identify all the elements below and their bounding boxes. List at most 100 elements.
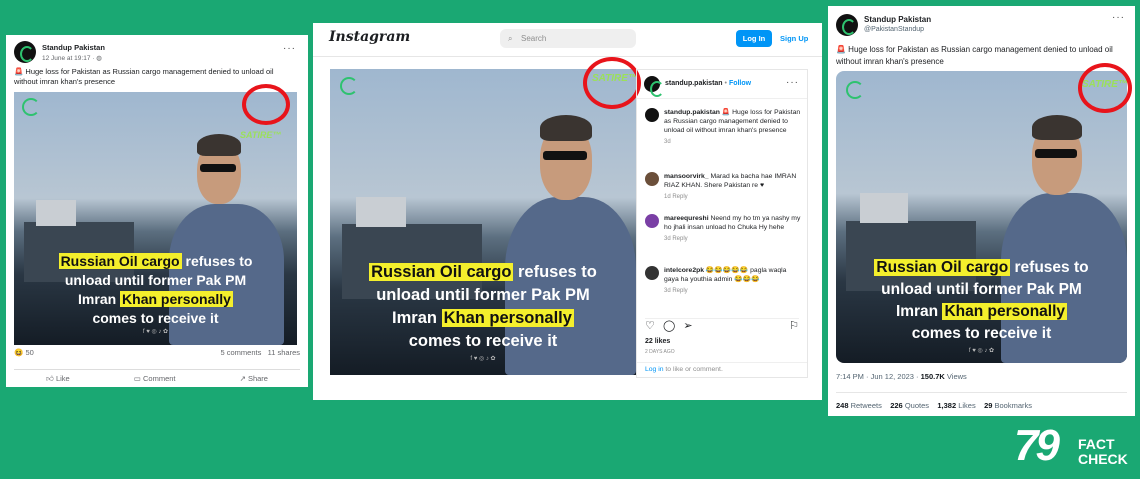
list-item: mareequreshi Neend my ho tm ya nashy my …: [645, 214, 801, 244]
comment-meta[interactable]: 3d Reply: [664, 287, 801, 296]
headline-line2: unload until former Pak PM: [376, 286, 590, 304]
tweet-text: 🚨 Huge loss for Pakistan as Russian carg…: [836, 45, 1113, 66]
factcheck-line2: CHECK: [1078, 451, 1128, 467]
tweet-card: Standup Pakistan @PakistanStandup ··· 🚨 …: [828, 6, 1135, 416]
follow-button[interactable]: Follow: [729, 80, 751, 87]
factcheck-number: 79: [1014, 421, 1060, 470]
image-headline: Russian Oil cargo refuses to unload unti…: [836, 257, 1127, 345]
avatar[interactable]: [836, 14, 858, 36]
avatar[interactable]: [645, 108, 659, 122]
more-options-icon[interactable]: ···: [1112, 12, 1125, 23]
heart-icon[interactable]: ♡: [645, 320, 655, 332]
search-placeholder: Search: [521, 34, 547, 43]
comment-username[interactable]: mareequreshi: [664, 215, 709, 222]
headline-line1: refuses to: [513, 263, 597, 281]
comment-share-count[interactable]: 5 comments 11 shares: [220, 348, 300, 357]
social-icons: f ♥ ◎ ♪ ✿: [470, 356, 496, 362]
handle[interactable]: @PakistanStandup: [864, 26, 924, 33]
reaction-count[interactable]: 50: [25, 348, 33, 357]
more-options-icon[interactable]: ···: [283, 43, 296, 54]
search-input[interactable]: ⌕ Search: [500, 29, 636, 48]
likes-count[interactable]: 22 likes: [645, 338, 670, 345]
engagement-stats: 248 Retweets 226 Quotes 1,382 Likes 29 B…: [836, 392, 1127, 410]
man-hair: [1032, 115, 1082, 140]
standup-logo-icon: [22, 98, 40, 116]
post-header: Standup Pakistan 12 June at 19:17 · ◍ ··…: [14, 41, 300, 67]
post-age: 2 DAYS AGO: [645, 349, 675, 355]
headline-line1: refuses to: [181, 253, 253, 269]
factcheck-logo: 79 FACT CHECK: [1014, 421, 1134, 475]
globe-icon: ◍: [96, 55, 102, 62]
social-icons: f ♥ ◎ ♪ ✿: [968, 348, 995, 354]
satire-annotation-ring: [1078, 63, 1132, 113]
bookmark-icon[interactable]: ⚐: [789, 319, 799, 332]
views-count: 150.7K: [920, 372, 945, 381]
login-prompt: Log in to like or comment.: [637, 362, 807, 376]
instagram-post-card: Instagram ⌕ Search Log In Sign Up SATIRE…: [313, 23, 822, 400]
list-item: intelcore2pk 😂😂😂😂😂 pagla waqla gaya ha y…: [645, 266, 801, 296]
display-name[interactable]: Standup Pakistan: [864, 15, 931, 24]
list-item: mansoorvirk_ Marad ka bacha hae IMRAN RI…: [645, 172, 801, 202]
headline-line3: Imran: [895, 303, 943, 320]
username-link[interactable]: standup.pakistan: [665, 80, 723, 87]
caption-age: 3d: [664, 139, 671, 145]
comment-username[interactable]: intelcore2pk: [664, 267, 704, 274]
post-image[interactable]: SATIRE™ Russian Oil cargo refuses to unl…: [330, 69, 636, 375]
bookmarks-stat[interactable]: 29 Bookmarks: [984, 401, 1032, 410]
ship-bridge: [356, 197, 406, 227]
headline-highlight-1: Russian Oil cargo: [58, 253, 182, 269]
headline-line2: unload until former Pak PM: [881, 281, 1082, 298]
thumb-up-icon: 👍︎: [46, 374, 54, 383]
like-button[interactable]: 👍︎ Like: [46, 374, 70, 387]
comment-username[interactable]: mansoorvirk_: [664, 173, 709, 180]
post-time: 12 June at 19:17 · ◍: [42, 55, 102, 62]
more-options-icon[interactable]: ···: [786, 77, 799, 88]
comment-meta[interactable]: 1d Reply: [664, 193, 801, 202]
factcheck-line1: FACT: [1078, 436, 1115, 452]
avatar[interactable]: [14, 41, 36, 63]
avatar[interactable]: [645, 172, 659, 186]
panel-header: standup.pakistan • Follow ···: [637, 70, 807, 99]
likes-stat[interactable]: 1,382 Likes: [937, 401, 975, 410]
instagram-topbar: Instagram ⌕ Search Log In Sign Up: [313, 23, 822, 57]
caption-comment: standup.pakistan 🚨 Huge loss for Pakista…: [645, 108, 801, 147]
avatar[interactable]: [644, 76, 664, 97]
reaction-stats: 😆 50 5 comments 11 shares: [14, 348, 300, 357]
instagram-logo[interactable]: Instagram: [329, 29, 410, 45]
tweet-image[interactable]: SATIRE™ Russian Oil cargo refuses to unl…: [836, 71, 1127, 363]
sunglasses: [1035, 149, 1077, 158]
share-icon: ↗: [239, 374, 246, 383]
post-image[interactable]: SATIRE™ Russian Oil cargo refuses to unl…: [14, 92, 297, 345]
avatar[interactable]: [645, 214, 659, 228]
comment-icon[interactable]: ◯: [663, 320, 675, 332]
login-link[interactable]: Log in: [645, 366, 664, 373]
headline-highlight-2: Khan personally: [942, 303, 1068, 320]
image-headline: Russian Oil cargo refuses to unload unti…: [14, 252, 297, 328]
ship-bridge: [860, 193, 908, 223]
headline-line4: comes to receive it: [92, 310, 219, 326]
action-bar: 👍︎ Like ▭ Comment ↗ Share: [14, 369, 300, 387]
username-row: standup.pakistan • Follow: [665, 80, 752, 87]
share-button[interactable]: ↗ Share: [240, 374, 268, 387]
avatar[interactable]: [645, 266, 659, 280]
quotes-stat[interactable]: 226 Quotes: [890, 401, 929, 410]
comments-panel: standup.pakistan • Follow ··· standup.pa…: [636, 69, 808, 378]
comment-meta[interactable]: 3d Reply: [664, 235, 801, 244]
caption-username[interactable]: standup.pakistan: [664, 109, 720, 116]
send-icon[interactable]: ➢: [683, 320, 692, 332]
headline-line4: comes to receive it: [911, 325, 1052, 342]
headline-highlight-1: Russian Oil cargo: [369, 263, 514, 281]
man-hair: [197, 134, 241, 156]
headline-highlight-1: Russian Oil cargo: [874, 259, 1011, 276]
signup-link[interactable]: Sign Up: [780, 30, 808, 47]
comment-icon: ▭: [133, 374, 141, 383]
facebook-post-card: Standup Pakistan 12 June at 19:17 · ◍ ··…: [6, 35, 308, 387]
satire-annotation-ring: [242, 84, 290, 125]
sunglasses: [543, 151, 587, 160]
satire-annotation-ring: [583, 57, 641, 109]
page-name[interactable]: Standup Pakistan: [42, 43, 105, 52]
retweets-stat[interactable]: 248 Retweets: [836, 401, 882, 410]
login-button[interactable]: Log In: [736, 30, 772, 47]
comment-button[interactable]: ▭ Comment: [134, 374, 176, 387]
headline-line3: Imran: [78, 291, 121, 307]
